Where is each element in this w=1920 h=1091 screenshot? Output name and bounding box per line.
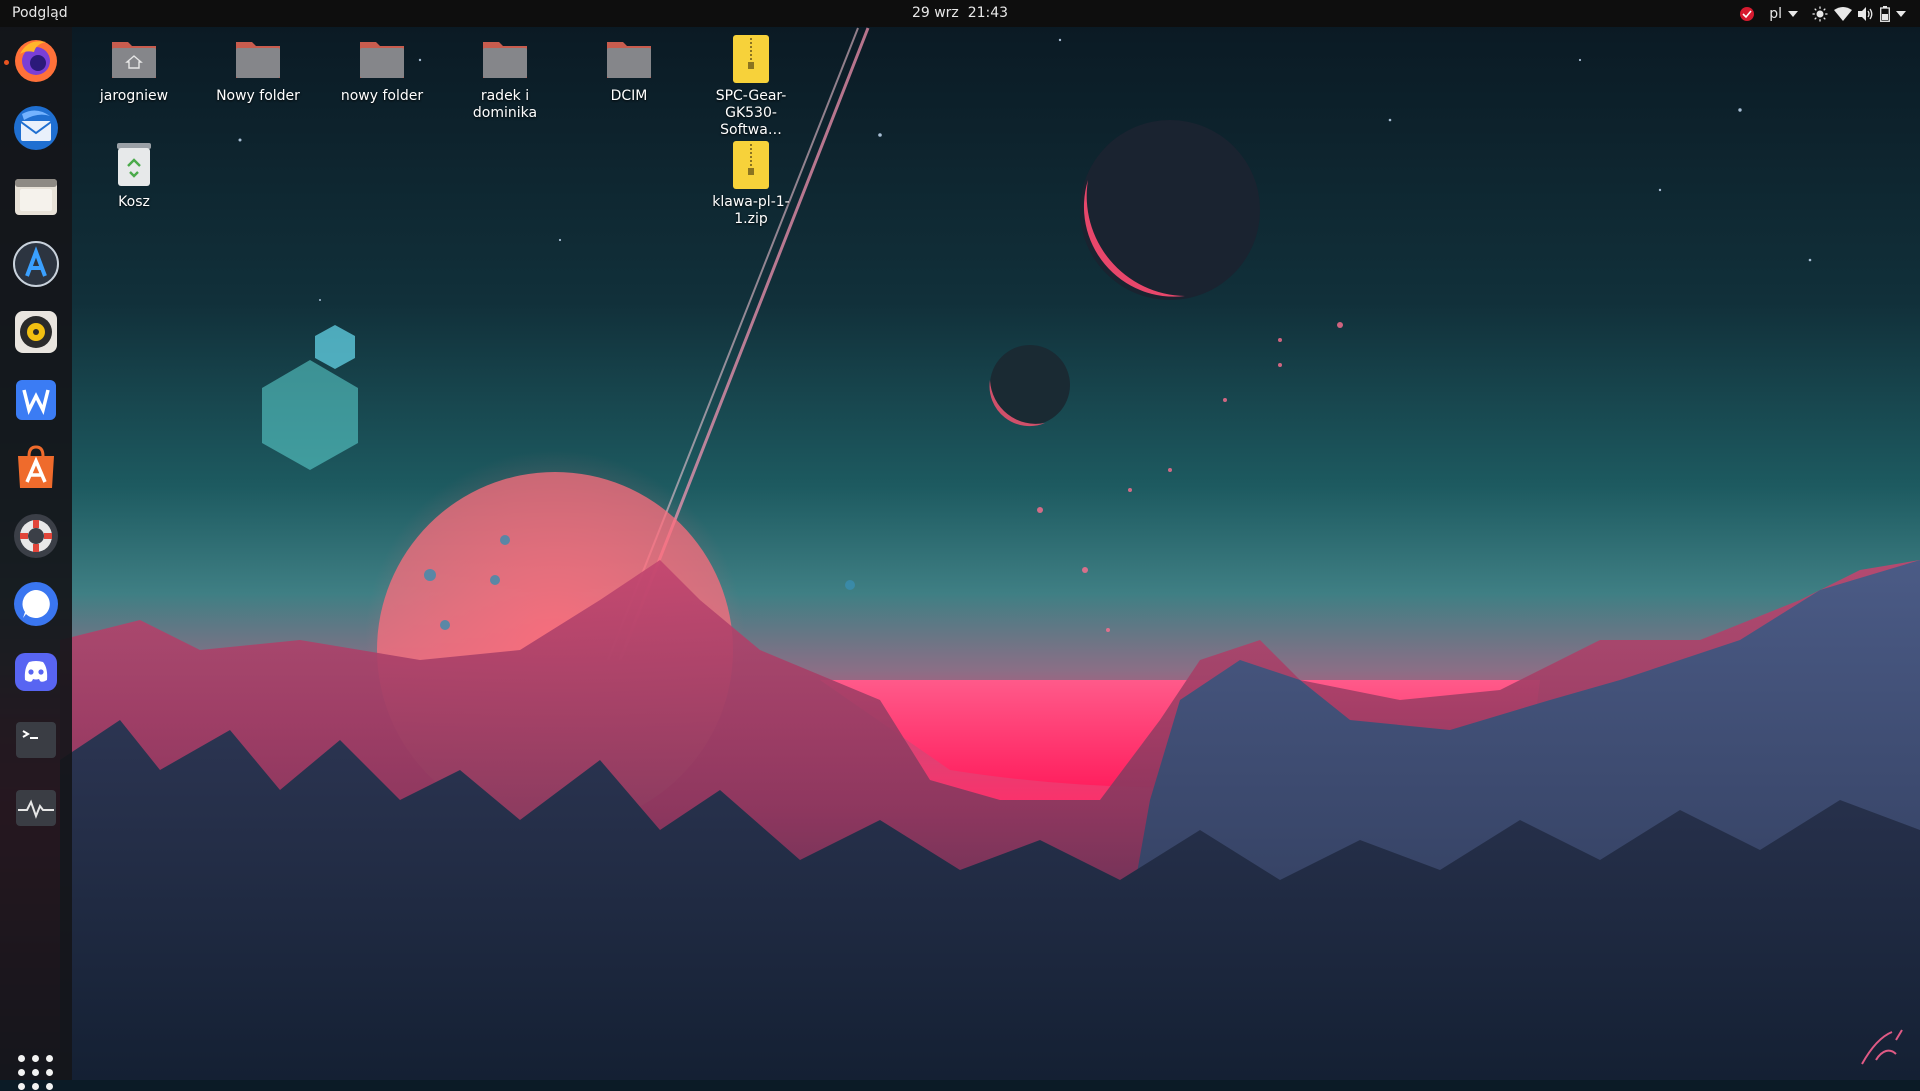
writer-icon: [16, 380, 56, 420]
dock-item-rhythmbox[interactable]: [12, 308, 60, 356]
dock-item-software-center[interactable]: [12, 444, 60, 492]
zip-archive-icon: [725, 140, 777, 192]
home-folder-icon: [108, 34, 160, 86]
notification-badge-icon: [1740, 6, 1755, 21]
thunderbird-icon: [14, 106, 58, 150]
running-indicator: [4, 60, 9, 65]
desktop-icon-folder[interactable]: DCIM: [574, 34, 684, 105]
folder-icon: [479, 34, 531, 86]
dock-item-help[interactable]: [12, 512, 60, 560]
clock-menu[interactable]: 29 wrz 21:43: [912, 5, 1008, 21]
activities-button[interactable]: Podgląd: [12, 5, 68, 21]
system-status-menu[interactable]: [1812, 0, 1906, 27]
battery-icon: [1880, 5, 1890, 22]
terminal-icon: [16, 722, 56, 758]
dock-item-signal[interactable]: [12, 580, 60, 628]
dock-item-system-monitor[interactable]: [12, 784, 60, 832]
wifi-icon: [1834, 6, 1852, 21]
time-label: 21:43: [967, 5, 1009, 21]
show-applications-grid-icon[interactable]: [18, 1055, 54, 1091]
desktop-icon-zip-file[interactable]: SPC-Gear-GK530-Softwa…: [696, 34, 806, 139]
volume-icon: [1858, 6, 1873, 21]
dock-item-a-app[interactable]: [12, 240, 60, 288]
dock-item-discord[interactable]: [12, 648, 60, 696]
dock-item-writer[interactable]: [12, 376, 60, 424]
folder-icon: [603, 34, 655, 86]
brightness-icon: [1812, 6, 1828, 21]
signal-icon: [14, 582, 58, 626]
desktop-icon-folder[interactable]: Nowy folder: [203, 34, 313, 105]
dock: [0, 27, 72, 1090]
software-center-icon: [18, 445, 54, 488]
dock-item-files[interactable]: [12, 172, 60, 220]
files-icon: [15, 179, 57, 215]
chevron-down-icon: [1896, 10, 1906, 17]
system-tray: pl: [1739, 0, 1906, 27]
notification-indicator[interactable]: [1739, 0, 1755, 27]
desktop-icon-folder[interactable]: radek i dominika: [450, 34, 560, 122]
folder-icon: [356, 34, 408, 86]
folder-icon: [232, 34, 284, 86]
system-monitor-icon: [16, 790, 56, 826]
discord-icon: [15, 653, 57, 691]
help-lifebuoy-icon: [14, 514, 58, 558]
chevron-down-icon: [1788, 10, 1798, 17]
keyboard-layout-menu[interactable]: pl: [1769, 0, 1798, 27]
dock-item-terminal[interactable]: [12, 716, 60, 764]
firefox-icon: [15, 40, 57, 82]
desktop-icon-zip-file[interactable]: klawa-pl-1-1.zip: [696, 140, 806, 228]
rhythmbox-icon: [15, 311, 57, 353]
artist-signature: [1861, 1029, 1903, 1065]
trash-icon: [108, 140, 160, 192]
desktop-icon-home[interactable]: jarogniew: [79, 34, 189, 105]
dock-item-thunderbird[interactable]: [12, 104, 60, 152]
keyboard-layout-label: pl: [1769, 5, 1782, 22]
date-label: 29 wrz: [911, 5, 959, 21]
desktop-icon-trash[interactable]: Kosz: [79, 140, 189, 211]
a-app-icon: [13, 241, 59, 287]
dock-item-firefox[interactable]: [12, 36, 60, 84]
zip-archive-icon: [725, 34, 777, 86]
desktop-wallpaper: [0, 0, 1920, 1080]
desktop-icon-folder[interactable]: nowy folder: [327, 34, 437, 105]
top-bar: Podgląd 29 wrz 21:43 pl: [0, 0, 1920, 27]
